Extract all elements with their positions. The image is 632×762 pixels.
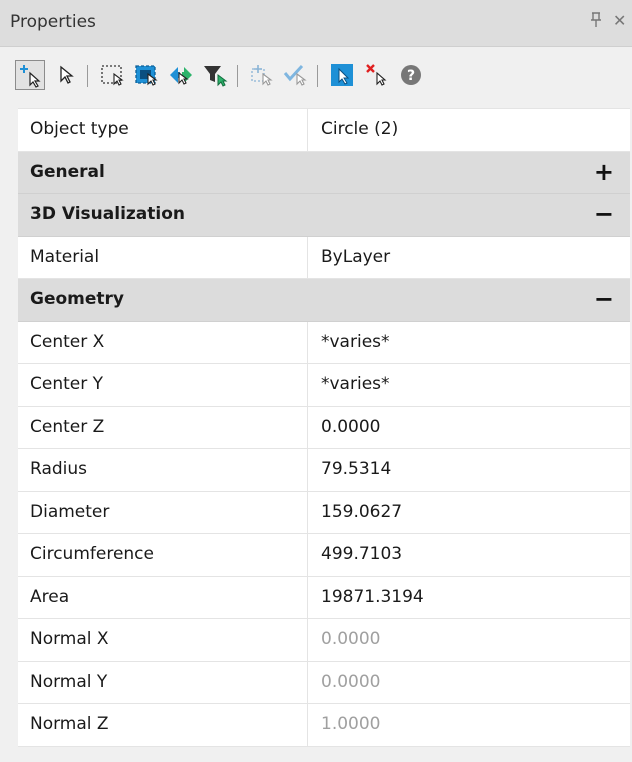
category-geometry[interactable]: Geometry − (18, 279, 630, 322)
property-name: Normal Z (18, 704, 308, 746)
property-value[interactable]: 19871.3194 (309, 577, 630, 619)
property-value[interactable]: 79.5314 (309, 449, 630, 491)
select-objects-button[interactable] (52, 61, 80, 89)
expand-icon[interactable]: + (594, 152, 614, 192)
palette-title: Properties (10, 12, 96, 32)
deselect-button[interactable] (363, 61, 391, 89)
toolbar-separator (87, 65, 88, 87)
select-objects-icon (60, 65, 74, 84)
quick-select-icon (283, 64, 307, 86)
property-name: Area (18, 576, 308, 618)
property-value[interactable]: Circle (2) (309, 109, 630, 151)
property-row-area[interactable]: Area 19871.3194 (18, 576, 630, 619)
property-value[interactable]: *varies* (309, 364, 630, 406)
property-name: Normal Y (18, 661, 308, 703)
pin-icon[interactable] (589, 11, 603, 34)
property-row-center-x[interactable]: Center X *varies* (18, 321, 630, 364)
property-value: 1.0000 (321, 714, 381, 734)
category-general[interactable]: General + (18, 151, 630, 194)
quick-select-button[interactable] (282, 61, 310, 89)
property-value[interactable]: 0.0000 (309, 407, 630, 449)
property-name: Center Z (18, 406, 308, 448)
object-type-row[interactable]: Object type Circle (2) (18, 109, 630, 152)
toggle-pickadd-button[interactable] (15, 60, 45, 90)
toggle-select-icon (170, 67, 192, 85)
properties-palette: Properties ✕ ? Object type Circle (2) Ge… (0, 0, 632, 762)
collapse-icon[interactable]: − (594, 194, 614, 234)
property-name: Diameter (18, 491, 308, 533)
property-value[interactable]: ByLayer (309, 237, 630, 279)
select-similar-button[interactable] (248, 61, 276, 89)
property-row-normal-z: Normal Z 1.0000 (18, 704, 630, 747)
property-name: Material (18, 236, 308, 278)
property-name: Radius (18, 449, 308, 491)
property-value[interactable]: 499.7103 (309, 534, 630, 576)
property-name: Circumference (18, 534, 308, 576)
property-row-center-y[interactable]: Center Y *varies* (18, 364, 630, 407)
toggle-select-button[interactable] (167, 61, 195, 89)
title-bar[interactable]: Properties ✕ (0, 0, 632, 47)
property-name: Object type (18, 109, 308, 151)
collapse-icon[interactable]: − (594, 279, 614, 319)
property-row-center-z[interactable]: Center Z 0.0000 (18, 406, 630, 449)
category-label: 3D Visualization (30, 204, 185, 224)
select-mode-icon (331, 64, 353, 86)
crossing-select-button[interactable] (133, 61, 161, 89)
property-value: 0.0000 (321, 629, 381, 649)
select-mode-button[interactable] (328, 61, 356, 89)
window-select-icon (101, 65, 124, 86)
toolbar: ? (0, 47, 632, 107)
select-similar-icon (251, 65, 273, 86)
filter-select-button[interactable] (200, 61, 228, 89)
property-value: 0.0000 (321, 671, 381, 692)
toolbar-separator (237, 65, 238, 87)
help-icon: ? (401, 65, 421, 85)
toggle-pickadd-icon (20, 65, 41, 88)
property-name: Center Y (18, 364, 308, 406)
property-row-normal-x: Normal X 0.0000 (18, 619, 630, 662)
property-name: Center X (18, 321, 308, 363)
filter-select-icon (204, 66, 228, 87)
property-row-material[interactable]: Material ByLayer (18, 236, 630, 279)
category-label: Geometry (30, 289, 124, 309)
property-name: Normal X (18, 619, 308, 661)
property-value[interactable]: 159.0627 (309, 492, 630, 534)
close-icon[interactable]: ✕ (613, 11, 626, 31)
toolbar-separator (317, 65, 318, 87)
property-value[interactable]: *varies* (309, 322, 630, 364)
property-row-normal-y: Normal Y 0.0000 (18, 661, 630, 704)
property-row-diameter[interactable]: Diameter 159.0627 (18, 491, 630, 534)
property-row-circumference[interactable]: Circumference 499.7103 (18, 534, 630, 577)
category-3d-visualization[interactable]: 3D Visualization − (18, 194, 630, 237)
category-label: General (30, 161, 105, 182)
svg-text:?: ? (407, 68, 415, 84)
property-grid: Object type Circle (2) General + 3D Visu… (18, 108, 630, 747)
crossing-select-icon (135, 65, 158, 86)
property-row-radius[interactable]: Radius 79.5314 (18, 449, 630, 492)
window-select-button[interactable] (99, 61, 127, 89)
help-button[interactable]: ? (397, 61, 425, 89)
deselect-icon (366, 64, 387, 86)
